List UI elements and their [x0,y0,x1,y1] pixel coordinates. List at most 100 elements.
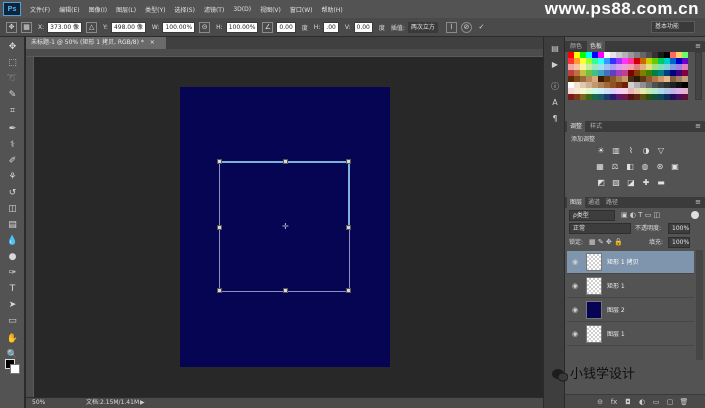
layer-name[interactable]: 图层 2 [607,299,625,322]
group-icon[interactable]: ▭ [651,397,661,407]
y-field[interactable]: 498.00 像 [110,21,146,33]
transform-center-point-icon[interactable]: ✛ [282,223,289,231]
v-skew-field[interactable]: 0.00 [353,21,373,33]
warp-mode-icon[interactable]: ⌇ [445,21,457,33]
levels-icon[interactable]: ▥ [610,146,622,156]
menu-view[interactable]: 视图(V) [260,5,281,14]
gradient-map-icon[interactable]: ▬ [655,178,667,188]
lasso-tool[interactable]: ➰ [6,73,19,85]
angle-field[interactable]: 0.00 [276,21,296,33]
background-color-swatch[interactable] [10,364,20,374]
visibility-eye-icon[interactable]: ◉ [570,305,580,315]
menu-3d[interactable]: 3D(D) [233,6,251,13]
quick-select-tool[interactable]: ✎ [6,89,19,101]
marquee-tool[interactable]: ⬚ [6,57,19,69]
rectangle-tool[interactable]: ▭ [6,315,19,327]
transform-handle-top-right[interactable] [346,159,351,164]
workspace-preset-select[interactable]: 基本功能 [651,21,695,33]
color-swatch[interactable] [682,94,688,100]
transform-handle-top-center[interactable] [283,159,288,164]
blur-tool[interactable]: 💧 [6,235,19,247]
paragraph-panel-icon[interactable]: ¶ [549,113,561,124]
move-tool[interactable]: ✥ [6,41,19,53]
color-lookup-icon[interactable]: ▣ [669,162,681,172]
channel-mixer-icon[interactable]: ⊛ [654,162,666,172]
horizontal-ruler[interactable] [26,49,543,57]
properties-panel-icon[interactable]: ⓘ [549,81,561,92]
close-icon[interactable]: × [150,39,155,46]
hand-tool[interactable]: ✋ [6,333,19,345]
canvas-document[interactable]: ✛ [180,87,390,367]
dodge-tool[interactable]: ● [6,251,19,263]
panel-menu-icon[interactable]: ≡ [695,197,701,208]
eyedropper-tool[interactable]: ✒ [6,123,19,135]
brightness-icon[interactable]: ☀ [595,146,607,156]
x-field[interactable]: 373.00 像 [47,21,83,33]
actions-panel-icon[interactable]: ▶ [549,59,561,70]
trash-icon[interactable]: 🗑 [679,397,689,407]
type-tool[interactable]: T [6,283,19,295]
tab-swatches[interactable]: 色板 [587,41,606,52]
new-layer-icon[interactable]: ▢ [665,397,675,407]
layer-row[interactable]: ◉ 图层 2 [567,299,694,322]
fill-field[interactable]: 100% [668,237,690,248]
rectangle-shape-transform-box[interactable]: ✛ [217,159,351,293]
vertical-ruler[interactable] [26,57,34,397]
width-field[interactable]: 100.00% [162,21,196,33]
panel-menu-icon[interactable]: ≡ [695,121,701,132]
panel-menu-icon[interactable]: ≡ [695,41,701,52]
tab-color[interactable]: 颜色 [567,41,585,52]
blend-mode-select[interactable]: 正常 [569,223,631,234]
filter-toggle-icon[interactable] [691,211,699,219]
tab-channels[interactable]: 通道 [585,197,603,208]
transform-handle-bottom-right[interactable] [346,288,351,293]
menu-edit[interactable]: 编辑(E) [59,5,79,14]
layer-name[interactable]: 矩形 1 [607,275,625,298]
visibility-eye-icon[interactable]: ◉ [570,257,580,267]
eraser-tool[interactable]: ◫ [6,203,19,215]
curves-icon[interactable]: ⌇ [625,146,637,156]
history-brush-tool[interactable]: ↺ [6,187,19,199]
layer-row[interactable]: ◉ 矩形 1 [567,275,694,298]
layer-row[interactable]: ◉ 图层 1 [567,323,694,346]
link-icon[interactable]: ⊝ [595,397,605,407]
mask-icon[interactable]: ◘ [623,397,633,407]
height-field[interactable]: 100.00% [225,21,259,33]
interpolation-select[interactable]: 两次立方 [407,21,438,33]
invert-icon[interactable]: ◩ [595,178,607,188]
layer-filter-icons[interactable]: ▣ ◐ T ▭ ◫ [621,210,660,221]
layers-scrollbar[interactable] [696,250,703,360]
menu-filter[interactable]: 滤镜(T) [204,5,224,14]
layer-filter-select[interactable]: ρ类型 [569,210,615,221]
character-panel-icon[interactable]: A [549,97,561,108]
visibility-eye-icon[interactable]: ◉ [570,281,580,291]
canvas-workspace[interactable]: ✛ [34,57,543,397]
status-menu-arrow-icon[interactable]: ▶ [140,398,145,408]
transform-handle-middle-right[interactable] [346,225,351,230]
photo-filter-icon[interactable]: ◍ [639,162,651,172]
menu-layer[interactable]: 图层(L) [116,5,136,14]
crop-tool[interactable]: ⌗ [6,105,19,117]
exposure-icon[interactable]: ◑ [640,146,652,156]
hue-saturation-icon[interactable]: ▦ [594,162,606,172]
transform-handle-bottom-left[interactable] [217,288,222,293]
menu-file[interactable]: 文件(F) [30,5,50,14]
adjustment-icon[interactable]: ◐ [637,397,647,407]
lock-icons[interactable]: ▦ ✎ ✥ 🔒 [589,237,623,248]
link-icon[interactable]: ⊝ [199,21,211,33]
check-icon[interactable]: ✓ [476,22,487,33]
tab-adjustments[interactable]: 调整 [567,121,586,132]
clone-stamp-tool[interactable]: ⚘ [6,171,19,183]
transform-handle-bottom-center[interactable] [283,288,288,293]
layer-row[interactable]: ◉ 矩形 1 拷贝 [567,251,694,274]
tab-paths[interactable]: 路径 [603,197,621,208]
h-skew-field[interactable]: .00 [323,21,339,33]
cancel-icon[interactable]: ⊘ [460,21,472,33]
transform-handle-top-left[interactable] [217,159,222,164]
menu-image[interactable]: 图像(I) [89,5,107,14]
brush-tool[interactable]: ✐ [6,155,19,167]
menu-help[interactable]: 帮助(H) [322,5,343,14]
vibrance-icon[interactable]: ▽ [655,146,667,156]
history-panel-icon[interactable]: ▤ [549,43,561,54]
zoom-level[interactable]: 50% [32,398,45,408]
